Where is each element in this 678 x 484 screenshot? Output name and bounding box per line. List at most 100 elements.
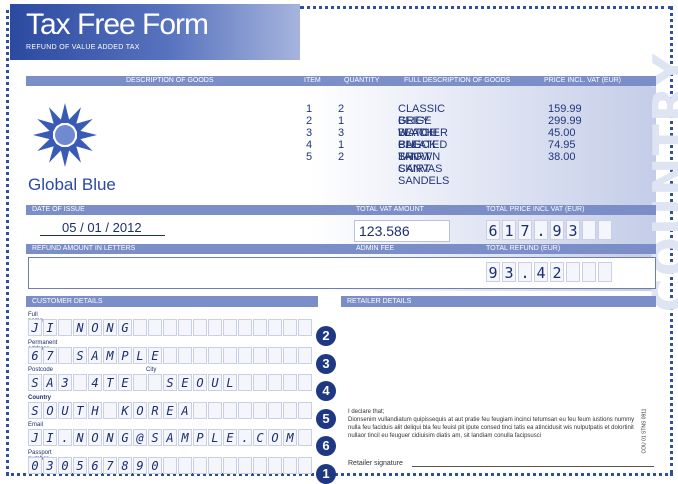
customer-field-cell[interactable]: M [178, 429, 192, 446]
customer-field-cell[interactable] [268, 374, 282, 391]
customer-field-cell[interactable]: I [43, 429, 57, 446]
customer-field-cell[interactable]: G [118, 319, 132, 336]
customer-field-cell[interactable]: O [268, 429, 282, 446]
customer-field-cell[interactable] [193, 319, 207, 336]
customer-field-cell[interactable]: L [133, 347, 147, 364]
customer-field-cell[interactable]: 7 [103, 457, 117, 474]
customer-field-cell[interactable] [223, 347, 237, 364]
customer-field-cell[interactable] [283, 457, 297, 474]
customer-field-cell[interactable] [208, 457, 222, 474]
customer-field-cell[interactable]: P [193, 429, 207, 446]
customer-field-cell[interactable] [268, 457, 282, 474]
customer-field-cell[interactable]: A [163, 429, 177, 446]
customer-field-cell[interactable] [268, 319, 282, 336]
customer-field-cell[interactable]: 6 [28, 347, 42, 364]
customer-field-cell[interactable] [193, 347, 207, 364]
customer-field-cell[interactable] [253, 319, 267, 336]
customer-field-cell[interactable]: S [163, 374, 177, 391]
customer-field-cell[interactable] [193, 457, 207, 474]
customer-field-cell[interactable]: I [43, 319, 57, 336]
customer-field-cell[interactable]: . [58, 429, 72, 446]
customer-field-cell[interactable] [253, 374, 267, 391]
customer-field-cell[interactable]: 0 [28, 457, 42, 474]
total-vat-field[interactable]: 123.586 [354, 220, 450, 242]
customer-field-cell[interactable] [208, 319, 222, 336]
customer-field-cell[interactable]: O [88, 429, 102, 446]
customer-field-cell[interactable] [283, 402, 297, 419]
customer-field-cell[interactable] [268, 402, 282, 419]
customer-field-cell[interactable] [208, 347, 222, 364]
customer-field-cell[interactable] [163, 319, 177, 336]
customer-field-cell[interactable] [238, 402, 252, 419]
customer-field-cell[interactable]: M [283, 429, 297, 446]
customer-field-cell[interactable] [283, 319, 297, 336]
customer-field-cell[interactable]: N [103, 319, 117, 336]
customer-field-cell[interactable]: J [28, 319, 42, 336]
customer-field-cell[interactable]: T [73, 402, 87, 419]
customer-field-cell[interactable]: 8 [118, 457, 132, 474]
customer-field-cell[interactable] [178, 347, 192, 364]
customer-field-cell[interactable]: E [163, 402, 177, 419]
customer-field-cell[interactable] [223, 319, 237, 336]
customer-field-cell[interactable]: K [118, 402, 132, 419]
customer-field-cell[interactable] [58, 319, 72, 336]
customer-field-cell[interactable]: L [208, 429, 222, 446]
customer-field-cell[interactable] [298, 429, 312, 446]
customer-field-cell[interactable] [148, 374, 162, 391]
customer-field-cell[interactable]: @ [133, 429, 147, 446]
customer-field-cell[interactable] [133, 374, 147, 391]
customer-field-cell[interactable]: G [118, 429, 132, 446]
customer-field-cell[interactable]: E [178, 374, 192, 391]
customer-field-cell[interactable] [298, 347, 312, 364]
customer-field-cell[interactable] [163, 457, 177, 474]
customer-field-cell[interactable]: O [133, 402, 147, 419]
customer-field-cell[interactable]: C [253, 429, 267, 446]
customer-field-cell[interactable]: P [118, 347, 132, 364]
customer-field-cell[interactable]: . [238, 429, 252, 446]
customer-field-cell[interactable] [253, 347, 267, 364]
customer-field-cell[interactable]: S [28, 374, 42, 391]
customer-field-cell[interactable]: 3 [43, 457, 57, 474]
customer-field-cell[interactable]: U [208, 374, 222, 391]
customer-field-cell[interactable]: A [88, 347, 102, 364]
customer-field-cell[interactable]: U [58, 402, 72, 419]
customer-field-cell[interactable] [223, 457, 237, 474]
customer-field-cell[interactable] [73, 374, 87, 391]
customer-field-cell[interactable] [193, 402, 207, 419]
customer-field-cell[interactable]: 5 [73, 457, 87, 474]
customer-field-cell[interactable]: 9 [133, 457, 147, 474]
customer-field-cell[interactable] [283, 374, 297, 391]
customer-field-cell[interactable] [58, 347, 72, 364]
customer-field-cell[interactable]: E [223, 429, 237, 446]
customer-field-cell[interactable] [133, 319, 147, 336]
customer-field-cell[interactable]: S [28, 402, 42, 419]
customer-field-cell[interactable]: 4 [88, 374, 102, 391]
customer-field-cell[interactable]: O [193, 374, 207, 391]
customer-field-cell[interactable] [238, 457, 252, 474]
customer-field-cell[interactable]: S [148, 429, 162, 446]
customer-field-cell[interactable]: A [43, 374, 57, 391]
retailer-signature-line[interactable] [412, 466, 654, 467]
customer-field-cell[interactable] [253, 457, 267, 474]
customer-field-cell[interactable] [238, 319, 252, 336]
customer-field-cell[interactable]: 3 [58, 374, 72, 391]
customer-field-cell[interactable]: 7 [43, 347, 57, 364]
customer-field-cell[interactable]: M [103, 347, 117, 364]
customer-field-cell[interactable] [103, 402, 117, 419]
customer-field-cell[interactable]: J [28, 429, 42, 446]
customer-field-cell[interactable] [253, 402, 267, 419]
customer-field-cell[interactable]: E [118, 374, 132, 391]
customer-field-cell[interactable]: R [148, 402, 162, 419]
customer-field-cell[interactable]: O [88, 319, 102, 336]
customer-field-cell[interactable]: E [148, 347, 162, 364]
customer-field-cell[interactable] [298, 374, 312, 391]
customer-field-cell[interactable]: L [223, 374, 237, 391]
customer-field-cell[interactable] [178, 319, 192, 336]
customer-field-cell[interactable]: A [178, 402, 192, 419]
customer-field-cell[interactable] [223, 402, 237, 419]
customer-field-cell[interactable] [163, 347, 177, 364]
customer-field-cell[interactable] [238, 347, 252, 364]
customer-field-cell[interactable] [178, 457, 192, 474]
customer-field-cell[interactable]: N [103, 429, 117, 446]
customer-field-cell[interactable]: N [73, 319, 87, 336]
